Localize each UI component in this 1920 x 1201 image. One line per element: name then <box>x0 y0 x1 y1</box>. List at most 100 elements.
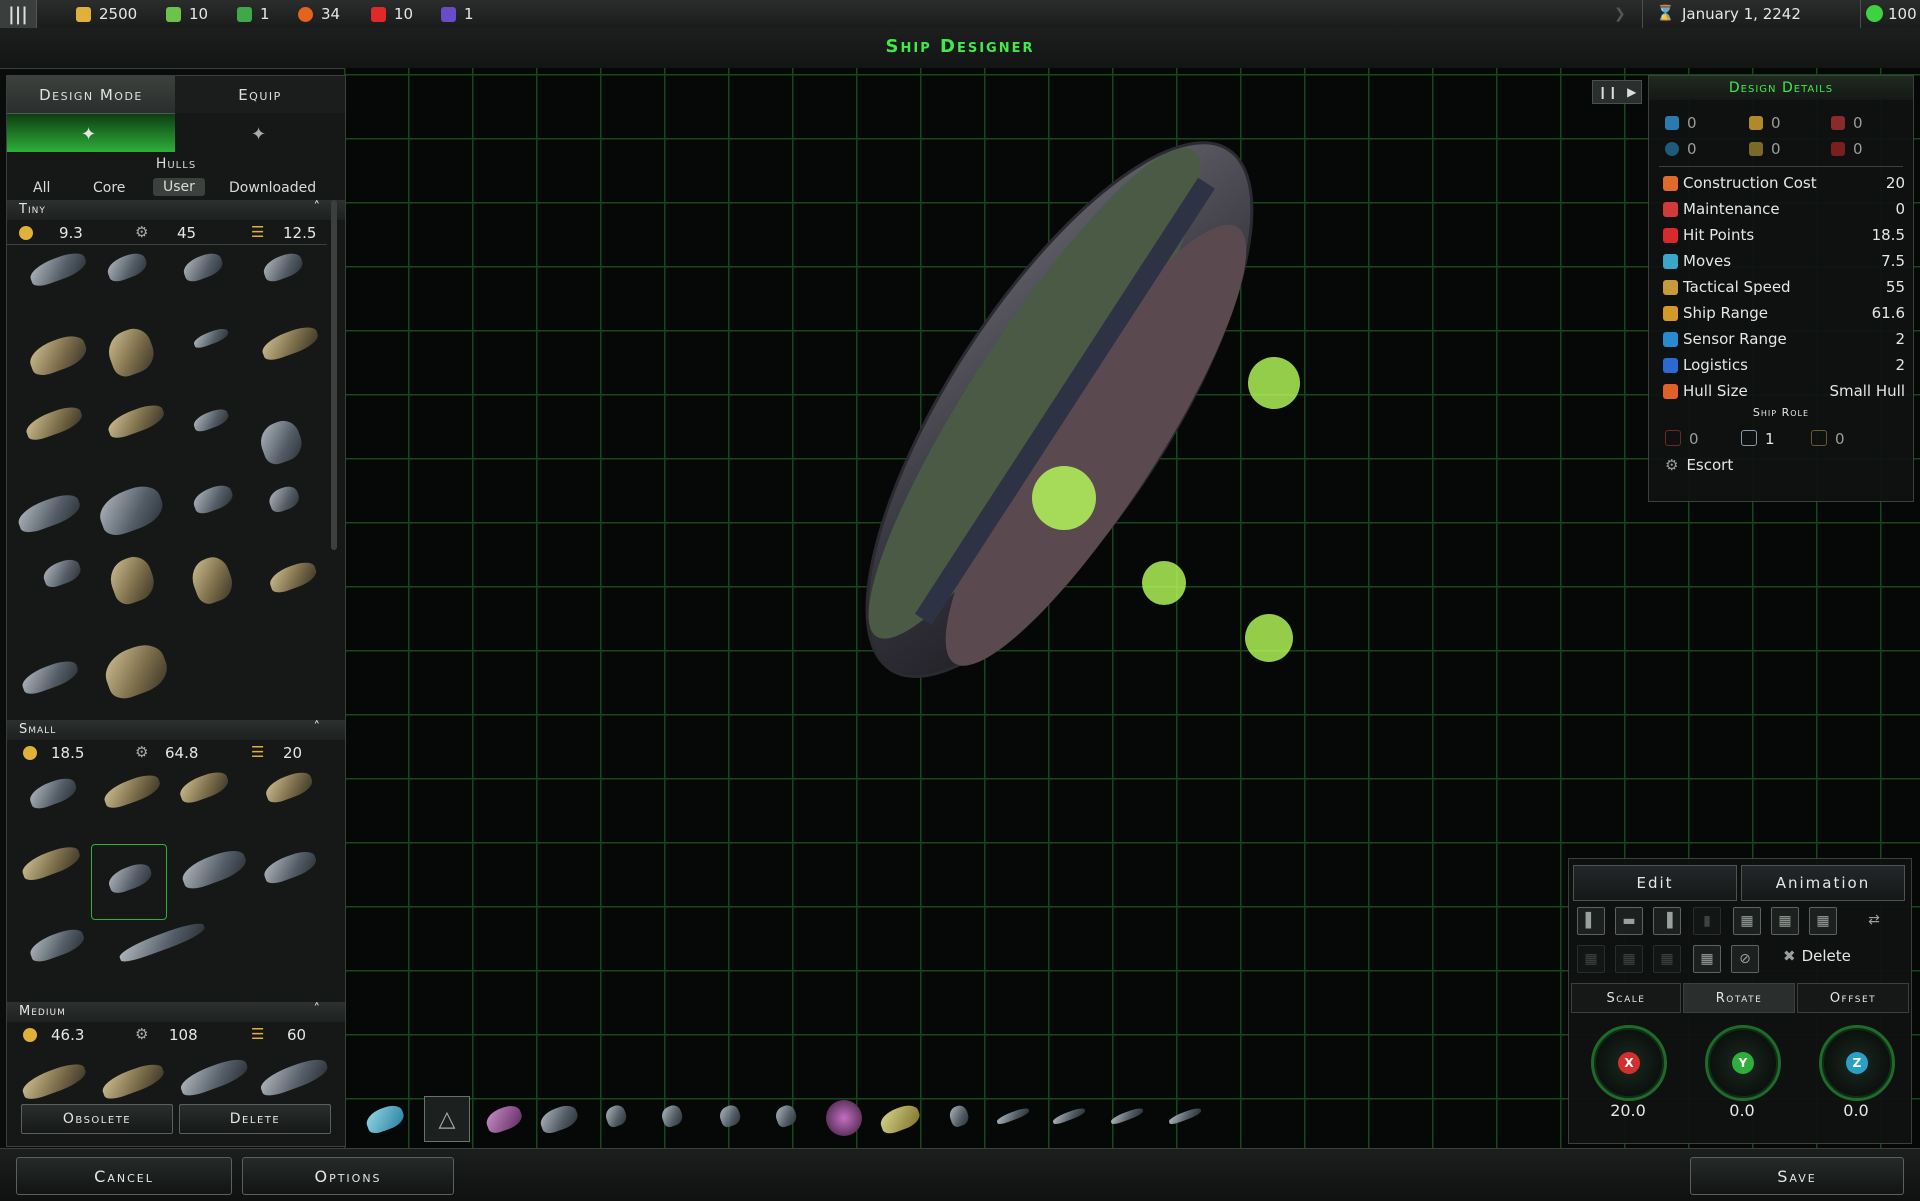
hull-thumbnail[interactable] <box>99 638 173 704</box>
parts-mode-button[interactable]: ✦ <box>175 114 345 152</box>
hull-thumbnail[interactable] <box>104 249 150 285</box>
scrollbar[interactable] <box>331 200 337 550</box>
tab-equip[interactable]: Equip <box>175 76 345 113</box>
menu-icon[interactable]: ||| <box>0 0 37 28</box>
hull-group-tiny[interactable]: Tiny ˄ <box>7 200 345 220</box>
hull-group-medium[interactable]: Medium ˄ <box>7 1002 345 1022</box>
delete-hull-button[interactable]: Delete <box>179 1104 331 1134</box>
hull-thumbnail[interactable] <box>99 1059 167 1103</box>
mirror-icon[interactable]: ▮ <box>1693 907 1721 935</box>
delete-part-button[interactable]: ✖ Delete <box>1783 947 1851 965</box>
hull-thumbnail[interactable] <box>18 656 82 698</box>
attach-icon[interactable]: ▦ <box>1577 945 1605 973</box>
credits-resource[interactable]: 2500 <box>76 4 137 24</box>
hull-thumbnail[interactable] <box>26 248 90 290</box>
hull-thumbnail[interactable] <box>104 552 160 608</box>
hull-thumbnail[interactable] <box>178 845 250 893</box>
part-thumbnail[interactable] <box>947 1103 971 1129</box>
cancel-button[interactable]: Cancel <box>16 1157 232 1195</box>
rotate-x-dial[interactable]: X <box>1591 1025 1667 1101</box>
chevron-up-icon[interactable]: ˄ <box>314 1002 322 1017</box>
part-thumbnail[interactable] <box>363 1102 407 1136</box>
research-resource[interactable]: 34 <box>298 4 340 24</box>
part-thumbnail[interactable] <box>773 1103 799 1129</box>
swap-icon[interactable]: ⇄ <box>1861 907 1887 933</box>
tab-edit[interactable]: Edit <box>1573 865 1737 901</box>
tab-animation[interactable]: Animation <box>1741 865 1905 901</box>
hull-thumbnail[interactable] <box>26 774 80 812</box>
align-right-icon[interactable]: ▐ <box>1653 907 1681 935</box>
subtab-offset[interactable]: Offset <box>1797 983 1909 1013</box>
influence-resource[interactable]: 10 <box>371 4 413 24</box>
manufacturing-resource[interactable]: 10 <box>166 4 208 24</box>
hull-thumbnail[interactable] <box>260 847 320 887</box>
hull-thumbnail[interactable] <box>94 480 168 540</box>
hull-thumbnail[interactable] <box>40 556 84 590</box>
hull-thumbnail[interactable] <box>19 842 83 884</box>
part-thumbnail[interactable] <box>877 1101 923 1137</box>
chevron-up-icon[interactable]: ˄ <box>314 720 322 735</box>
hull-thumbnail[interactable] <box>22 402 86 444</box>
part-thumbnail[interactable] <box>826 1100 862 1136</box>
hull-thumbnail[interactable] <box>266 483 302 515</box>
chevron-up-icon[interactable]: ˄ <box>314 200 322 215</box>
options-button[interactable]: Options <box>242 1157 454 1195</box>
part-thumbnail[interactable] <box>659 1103 685 1129</box>
obsolete-button[interactable]: Obsolete <box>21 1104 173 1134</box>
hull-thumbnail[interactable] <box>180 249 226 285</box>
part-thumbnail[interactable] <box>717 1103 743 1129</box>
filter-all[interactable]: All <box>33 180 50 196</box>
hull-thumbnail[interactable] <box>262 768 316 806</box>
filter-downloaded[interactable]: Downloaded <box>229 180 316 196</box>
subtab-rotate[interactable]: Rotate <box>1683 983 1795 1013</box>
hull-thumbnail[interactable] <box>19 1059 89 1103</box>
group-icon[interactable]: ▦ <box>1693 945 1721 973</box>
food-resource[interactable]: 1 <box>237 4 270 24</box>
align-center-icon[interactable]: ▬ <box>1615 907 1643 935</box>
grid-two-icon[interactable]: ▦ <box>1771 907 1799 935</box>
part-thumbnail[interactable] <box>1109 1106 1145 1126</box>
filter-user[interactable]: User <box>153 178 205 196</box>
part-thumbnail[interactable] <box>995 1106 1031 1126</box>
play-icon[interactable]: ▶ <box>1627 85 1636 99</box>
part-thumbnail[interactable] <box>1051 1106 1087 1126</box>
elerium-resource[interactable]: 1 <box>441 4 474 24</box>
ship-model[interactable] <box>674 78 1434 758</box>
hull-thumbnail[interactable] <box>266 558 320 596</box>
subtab-scale[interactable]: Scale <box>1571 983 1681 1013</box>
hull-thumbnail[interactable] <box>190 481 236 517</box>
grid-one-icon[interactable]: ▦ <box>1733 907 1761 935</box>
hull-thumbnail[interactable] <box>26 925 88 965</box>
hull-thumbnail[interactable] <box>104 400 168 442</box>
save-button[interactable]: Save <box>1690 1157 1904 1195</box>
tab-design-mode[interactable]: Design Mode <box>7 76 175 114</box>
hull-thumbnail[interactable] <box>192 326 230 350</box>
pause-icon[interactable]: ❙❙ <box>1598 85 1618 99</box>
grid-three-icon[interactable]: ▦ <box>1809 907 1837 935</box>
hull-group-small[interactable]: Small ˄ <box>7 720 345 740</box>
hull-mode-button[interactable]: ✦ <box>7 114 175 152</box>
disable-icon[interactable]: ⊘ <box>1731 945 1759 973</box>
part-thumbnail[interactable] <box>537 1102 581 1136</box>
filter-core[interactable]: Core <box>93 180 125 196</box>
hull-thumbnail[interactable] <box>260 249 306 285</box>
hull-thumbnail[interactable] <box>177 1054 251 1100</box>
part-thumbnail[interactable] <box>1167 1106 1203 1126</box>
chevron-right-icon[interactable]: ❯ <box>1614 6 1626 22</box>
hull-thumbnail[interactable] <box>191 406 231 434</box>
hull-thumbnail[interactable] <box>176 768 232 806</box>
copy-icon[interactable]: ▦ <box>1615 945 1643 973</box>
hull-thumbnail[interactable] <box>102 323 160 381</box>
hull-thumbnail[interactable] <box>25 330 91 380</box>
blueprint-icon[interactable]: △ <box>424 1096 470 1142</box>
align-left-icon[interactable]: ▌ <box>1577 907 1605 935</box>
hull-thumbnail[interactable] <box>100 770 164 812</box>
paste-icon[interactable]: ▦ <box>1653 945 1681 973</box>
hull-thumbnail[interactable] <box>116 919 208 965</box>
hull-thumbnail[interactable] <box>258 322 322 364</box>
hull-thumbnail[interactable] <box>257 1054 331 1100</box>
rotate-y-dial[interactable]: Y <box>1705 1025 1781 1101</box>
hull-thumbnail[interactable] <box>186 552 238 608</box>
rotate-z-dial[interactable]: Z <box>1819 1025 1895 1101</box>
hull-thumbnail[interactable] <box>14 489 84 537</box>
